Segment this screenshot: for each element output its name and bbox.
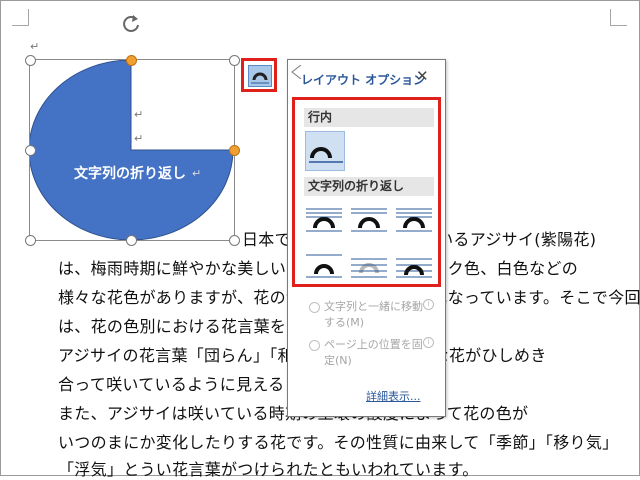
section-inline-header: 行内	[304, 108, 434, 127]
resize-handle-top-right[interactable]	[229, 55, 240, 66]
wrap-square-icon[interactable]	[304, 201, 344, 241]
move-with-text-label: 文字列と一緒に移動する(M)	[324, 300, 423, 329]
paragraph-mark: ↵	[30, 40, 40, 53]
resize-handle-bottom-left[interactable]	[25, 235, 36, 246]
pie-shape[interactable]	[30, 60, 234, 240]
shape-paragraph-mark: ↵	[192, 167, 202, 180]
wrap-through-icon[interactable]	[394, 201, 434, 241]
panel-pointer	[291, 65, 302, 79]
fix-position-radio[interactable]	[309, 340, 320, 351]
adjust-handle-top[interactable]	[126, 55, 137, 66]
wrap-tight-icon[interactable]	[349, 201, 389, 241]
resize-handle-top-left[interactable]	[25, 55, 36, 66]
close-icon[interactable]: ✕	[416, 67, 429, 85]
panel-title: レイアウト オプション	[301, 73, 426, 87]
inline-with-text-option[interactable]	[305, 131, 345, 171]
resize-handle-bottom-right[interactable]	[229, 235, 240, 246]
details-link[interactable]: 詳細表示...	[366, 388, 421, 404]
wrap-behind-text-icon[interactable]	[349, 245, 389, 285]
margin-corner-top-right	[610, 9, 627, 26]
resize-handle-bottom[interactable]	[126, 235, 137, 246]
section-wrap-header: 文字列の折り返し	[304, 177, 434, 196]
body-line-9: 「浮気」とうい花言葉がつけられたともいわれています。	[58, 460, 479, 479]
wrap-top-bottom-icon[interactable]	[304, 245, 344, 285]
body-line-8: いつのまにか変化したりする花です。その性質に由来して「季節」「移り気」	[58, 433, 619, 452]
shape-text: 文字列の折り返し	[74, 166, 186, 182]
layout-options-button[interactable]	[241, 58, 277, 92]
rotate-handle-icon[interactable]	[120, 13, 142, 35]
margin-corner-top-left	[12, 9, 29, 26]
adjust-handle-right[interactable]	[229, 145, 240, 156]
info-icon[interactable]: i	[423, 299, 434, 310]
fix-position-label: ページ上の位置を固定(N)	[324, 338, 423, 367]
pie-shape-fill[interactable]	[30, 60, 234, 240]
info-icon[interactable]: i	[423, 337, 434, 348]
layout-options-icon	[248, 65, 272, 87]
wrap-in-front-icon[interactable]	[394, 245, 434, 285]
resize-handle-left[interactable]	[25, 145, 36, 156]
move-with-text-radio[interactable]	[309, 302, 320, 313]
